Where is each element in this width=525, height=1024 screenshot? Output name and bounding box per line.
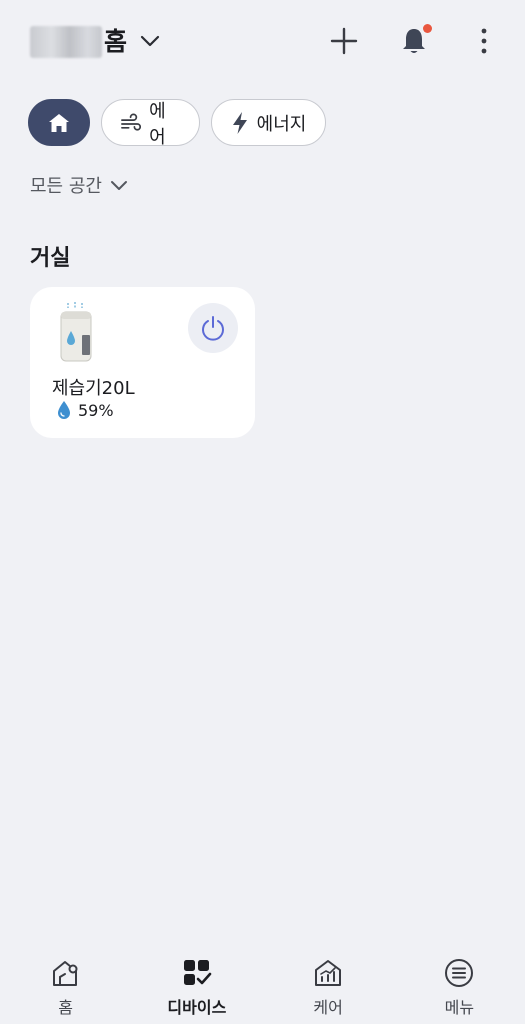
dehumidifier-image xyxy=(60,302,92,362)
nav-label: 메뉴 xyxy=(444,998,475,1017)
power-button[interactable] xyxy=(188,303,238,353)
device-card[interactable]: 제습기20L 59% xyxy=(30,287,255,438)
wind-icon xyxy=(121,113,142,131)
nav-item-devices[interactable]: 디바이스 xyxy=(131,944,262,1024)
nav-label: 디바이스 xyxy=(167,998,227,1017)
chevron-down-icon[interactable] xyxy=(139,32,161,50)
care-chart-icon xyxy=(311,956,345,990)
home-outline-icon xyxy=(49,956,83,990)
nav-label: 홈 xyxy=(58,998,73,1017)
home-name-redacted xyxy=(30,26,102,58)
humidity-value: 59% xyxy=(78,400,114,420)
plus-icon[interactable] xyxy=(327,24,361,58)
filter-chip-label: 에너지 xyxy=(256,113,307,135)
device-name: 제습기20L xyxy=(52,378,135,399)
space-selector[interactable]: 모든 공간 xyxy=(30,172,128,198)
nav-label: 케어 xyxy=(313,998,343,1017)
filter-chip-energy[interactable]: 에너지 xyxy=(211,99,326,146)
nav-item-care[interactable]: 케어 xyxy=(263,944,394,1024)
chevron-down-icon xyxy=(110,181,127,190)
home-icon xyxy=(49,113,69,132)
menu-icon xyxy=(442,956,476,990)
filter-chip-home[interactable] xyxy=(28,99,90,146)
filter-chip-label: 에어 xyxy=(149,100,166,148)
devices-icon xyxy=(180,956,214,990)
more-vertical-icon[interactable] xyxy=(467,24,501,58)
notification-dot xyxy=(423,24,432,33)
bottom-nav: 홈 디바이스 케어 메뉴 xyxy=(0,944,525,1024)
nav-item-menu[interactable]: 메뉴 xyxy=(394,944,525,1024)
room-title: 거실 xyxy=(30,246,71,271)
home-title[interactable]: 홈 xyxy=(104,26,127,58)
device-humidity: 59% xyxy=(56,400,114,420)
space-selector-label: 모든 공간 xyxy=(30,176,102,197)
power-icon xyxy=(202,316,224,341)
filter-chip-air[interactable]: 에어 xyxy=(101,99,200,148)
nav-item-home[interactable]: 홈 xyxy=(0,944,131,1024)
water-drop-icon xyxy=(58,401,70,419)
lightning-icon xyxy=(232,111,247,134)
filter-chips: 에어 에너지 xyxy=(28,99,326,148)
top-header: 홈 xyxy=(0,0,525,84)
